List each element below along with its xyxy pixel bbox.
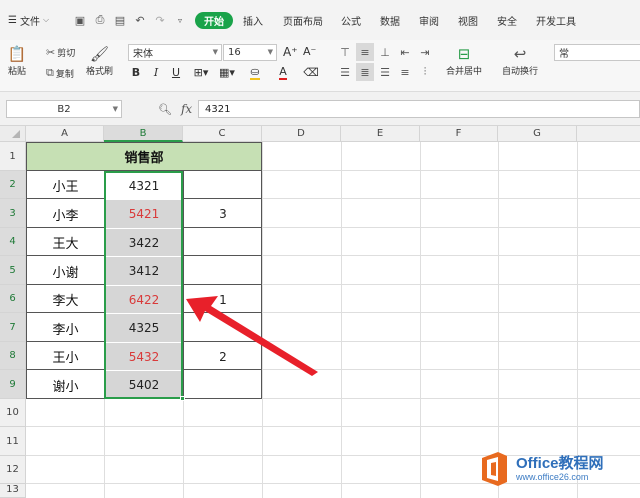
watermark-url: www.office26.com	[516, 472, 589, 482]
watermark-text: Office教程网 www.office26.com	[516, 455, 604, 483]
annotation-arrow-icon	[186, 296, 318, 376]
office-logo-icon	[482, 452, 507, 486]
watermark: Office教程网 www.office26.com	[478, 450, 604, 488]
watermark-main: Office教程网	[516, 455, 604, 472]
